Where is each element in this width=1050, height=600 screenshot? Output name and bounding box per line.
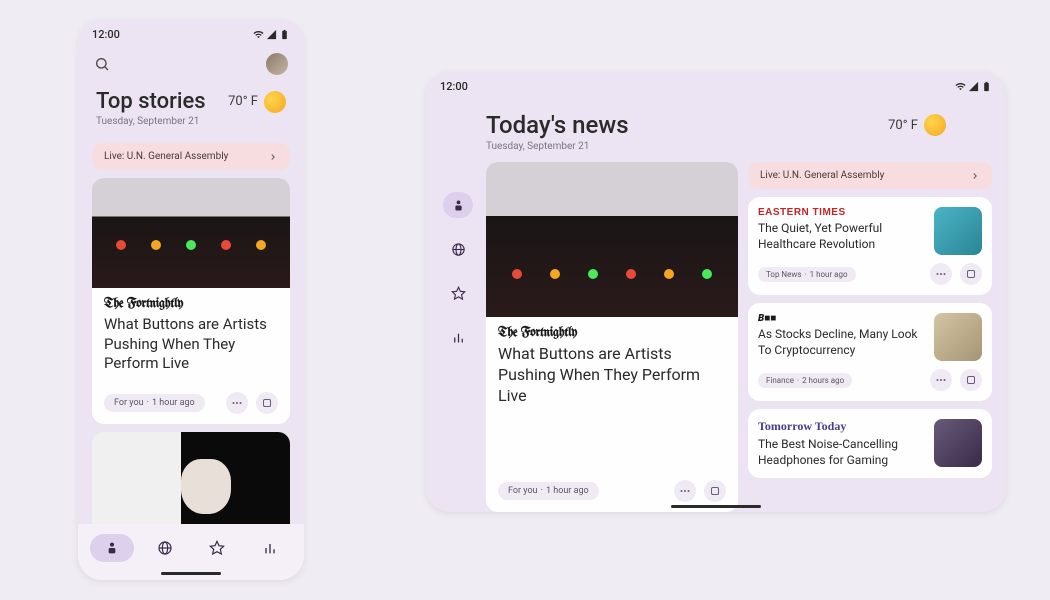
article-image: [486, 162, 738, 317]
signal-icon: [266, 29, 277, 40]
status-bar: 12:00: [426, 72, 1006, 101]
search-icon[interactable]: [94, 56, 110, 72]
home-indicator[interactable]: [671, 505, 761, 508]
feature-article-card[interactable]: The Fortnightly What Buttons are Artists…: [486, 162, 738, 512]
weather-temp: 70° F: [228, 94, 258, 109]
more-icon[interactable]: [930, 369, 952, 391]
sun-icon: [924, 114, 946, 136]
article-title: What Buttons are Artists Pushing When Th…: [498, 344, 726, 406]
chevron-right-icon: [268, 152, 278, 162]
article-image: [92, 178, 290, 288]
article-title: As Stocks Decline, Many Look To Cryptocu…: [758, 327, 926, 358]
status-time: 12:00: [92, 28, 120, 41]
side-article-card[interactable]: EASTERN TIMES The Quiet, Yet Powerful He…: [748, 197, 992, 295]
status-bar: 12:00: [78, 20, 304, 49]
more-icon[interactable]: [674, 480, 696, 502]
live-banner[interactable]: Live: U.N. General Assembly: [92, 143, 290, 170]
article-source: The Fortnightly: [104, 298, 278, 311]
status-icons: [253, 29, 290, 40]
header-date: Tuesday, September 21: [96, 116, 286, 127]
weather-temp: 70° F: [888, 118, 918, 133]
article-title: The Quiet, Yet Powerful Healthcare Revol…: [758, 221, 926, 252]
nav-favorites[interactable]: [443, 280, 473, 306]
header-date: Tuesday, September 21: [486, 141, 946, 152]
nav-stats[interactable]: [248, 534, 292, 562]
phone-frame: 12:00 Top stories 70° F Tuesday, Septemb…: [78, 20, 304, 580]
home-indicator[interactable]: [161, 572, 221, 575]
chevron-right-icon: [970, 171, 980, 181]
signal-icon: [968, 81, 979, 92]
battery-icon: [279, 29, 290, 40]
nav-explore[interactable]: [443, 236, 473, 262]
share-icon[interactable]: [704, 480, 726, 502]
nav-home[interactable]: [90, 534, 134, 562]
share-icon[interactable]: [960, 369, 982, 391]
side-column: Live: U.N. General Assembly EASTERN TIME…: [748, 162, 992, 512]
tablet-frame: 12:00 Today's news 70° F Tuesday, Septem…: [426, 72, 1006, 512]
page-title: Top stories: [96, 89, 206, 114]
page-header: Today's news 70° F Tuesday, September 21: [426, 101, 1006, 162]
status-icons: [955, 81, 992, 92]
article-source: B■■: [758, 313, 926, 324]
wifi-icon: [253, 29, 264, 40]
article-source: The Fortnightly: [498, 327, 726, 340]
article-title: The Best Noise-Cancelling Headphones for…: [758, 437, 926, 468]
share-icon[interactable]: [960, 263, 982, 285]
share-icon[interactable]: [256, 392, 278, 414]
article-thumb: [934, 313, 982, 361]
article-thumb: [934, 207, 982, 255]
article-tag[interactable]: For you · 1 hour ago: [104, 394, 205, 412]
side-article-card[interactable]: B■■ As Stocks Decline, Many Look To Cryp…: [748, 303, 992, 401]
sun-icon: [264, 91, 286, 113]
nav-explore[interactable]: [143, 534, 187, 562]
nav-home[interactable]: [443, 192, 473, 218]
battery-icon: [981, 81, 992, 92]
page-header: Top stories 70° F Tuesday, September 21: [78, 83, 304, 137]
nav-rail: [440, 162, 476, 512]
status-time: 12:00: [440, 80, 468, 93]
article-tag[interactable]: Finance·2 hours ago: [758, 373, 852, 388]
article-source: Tomorrow Today: [758, 419, 926, 434]
article-thumb: [934, 419, 982, 467]
avatar[interactable]: [266, 53, 288, 75]
page-title: Today's news: [486, 111, 629, 139]
article-source: EASTERN TIMES: [758, 207, 926, 218]
search-row: [78, 49, 304, 83]
article-title: What Buttons are Artists Pushing When Th…: [104, 315, 278, 374]
live-banner[interactable]: Live: U.N. General Assembly: [748, 162, 992, 189]
article-tag[interactable]: Top News·1 hour ago: [758, 267, 856, 282]
weather-widget[interactable]: 70° F: [228, 91, 286, 113]
more-icon[interactable]: [930, 263, 952, 285]
side-article-card[interactable]: Tomorrow Today The Best Noise-Cancelling…: [748, 409, 992, 478]
live-text: Live: U.N. General Assembly: [760, 170, 884, 181]
article-tag[interactable]: For you · 1 hour ago: [498, 482, 599, 500]
weather-widget[interactable]: 70° F: [888, 114, 946, 136]
more-icon[interactable]: [226, 392, 248, 414]
nav-favorites[interactable]: [195, 534, 239, 562]
nav-stats[interactable]: [443, 324, 473, 350]
live-text: Live: U.N. General Assembly: [104, 151, 228, 162]
wifi-icon: [955, 81, 966, 92]
article-card[interactable]: The Fortnightly What Buttons are Artists…: [92, 178, 290, 424]
